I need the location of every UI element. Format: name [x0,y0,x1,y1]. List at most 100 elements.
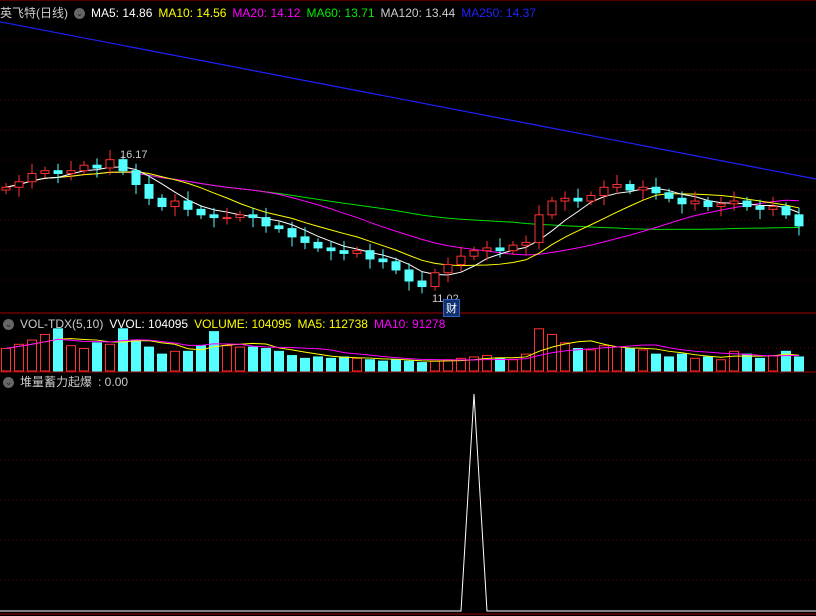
candle-body [144,183,154,199]
vol-ma5-label: MA5: 112738 [297,317,368,331]
candle-body [495,247,505,252]
indicator-line [0,393,816,612]
candle-body [66,170,76,174]
volume-bar [92,342,102,372]
volume-bar [183,350,193,372]
candle-body [625,183,635,191]
candle-body [521,241,531,246]
volume-bar [66,345,76,372]
candle-body [612,183,622,188]
stock-chart[interactable]: 16.1711.02 [0,0,816,616]
candle-body [534,214,544,243]
candle-body [586,195,596,202]
candle-body [430,272,440,288]
volume-bar [703,356,713,372]
volume-label: VOLUME: 104095 [194,317,292,331]
ma250-label: MA250: 14.37 [461,6,536,20]
volume-bar [417,362,427,372]
candle-body [768,206,778,210]
candle-body [222,217,232,220]
chevron-down-icon[interactable]: ⌄ [3,376,14,388]
volume-bar [677,353,687,372]
ma10-line [5,171,800,267]
indicator-header: ⌄ 堆量蓄力起爆 : 0.00 [3,374,128,390]
candle-body [209,214,219,219]
candle-body [261,217,271,227]
candle-body [404,269,414,282]
candle-body [391,261,401,271]
volume-bar [391,359,401,372]
volume-bar [768,355,778,372]
candle-body [742,200,752,208]
ma20-label: MA20: 14.12 [232,6,301,20]
candle-body [287,228,297,238]
indicator-value: : 0.00 [98,375,129,389]
volume-bar [248,346,258,372]
volume-bar [365,359,375,372]
candle-body [781,206,791,216]
indicator-name: 堆量蓄力起爆 [20,375,93,389]
candle-body [547,200,557,216]
volume-bar [261,348,271,372]
volume-bar [40,333,50,372]
candle-body [703,200,713,208]
candle-body [131,170,141,185]
volume-bar [14,343,24,372]
volume-bar [326,357,336,372]
candle-body [352,250,362,254]
volume-header: ⌄ VOL-TDX(5,10) VVOL: 104095 VOLUME: 104… [3,316,445,332]
candle-body [482,247,492,252]
ma5-label: MA5: 14.86 [91,6,153,20]
volume-bar [664,356,674,372]
candle-body [716,203,726,208]
volume-bar [612,346,622,372]
vvol-label: VVOL: 104095 [109,317,189,331]
volume-bar [235,346,245,372]
volume-bar [118,328,128,372]
chevron-down-icon[interactable]: ⌄ [74,7,85,19]
candle-body [365,250,375,260]
volume-bar [625,348,635,372]
candle-body [118,159,128,172]
volume-bar [105,343,115,372]
candle-body [794,214,804,227]
volume-bar [339,356,349,372]
volume-bar [170,350,180,372]
candle-body [573,197,583,202]
volume-bar [287,355,297,372]
ma60-label: MA60: 13.71 [306,6,375,20]
volume-bar [638,349,648,372]
stock-title: 英飞特(日线) [0,6,68,20]
candle-body [1,186,11,191]
candle-body [53,170,63,174]
volume-bar [599,345,609,372]
candle-body [469,250,479,257]
candle-body [664,192,674,199]
volume-bar [209,331,219,372]
volume-bar [651,353,661,372]
candle-body [196,208,206,216]
ma10-label: MA10: 14.56 [158,6,227,20]
candle-body [40,170,50,174]
volume-bar [53,328,63,372]
candle-body [248,214,258,219]
price-header: 英飞特(日线) ⌄ MA5: 14.86 MA10: 14.56 MA20: 1… [0,5,536,21]
candle-body [313,241,323,249]
volume-bar [560,342,570,372]
candle-body [14,181,24,188]
candle-body [651,186,661,194]
chevron-down-icon[interactable]: ⌄ [3,318,14,330]
candle-body [274,225,284,230]
volume-bar [508,359,518,372]
candle-body [27,172,37,183]
volume-bar [690,357,700,372]
volume-bar [352,357,362,372]
vol-ma10-label: MA10: 91278 [373,317,446,331]
candle-body [105,159,115,169]
candle-body [170,200,180,208]
candle-body [235,214,245,219]
finance-badge[interactable]: 财 [443,299,460,317]
candle-body [300,236,310,243]
candle-body [326,247,336,252]
volume-bar [755,357,765,372]
